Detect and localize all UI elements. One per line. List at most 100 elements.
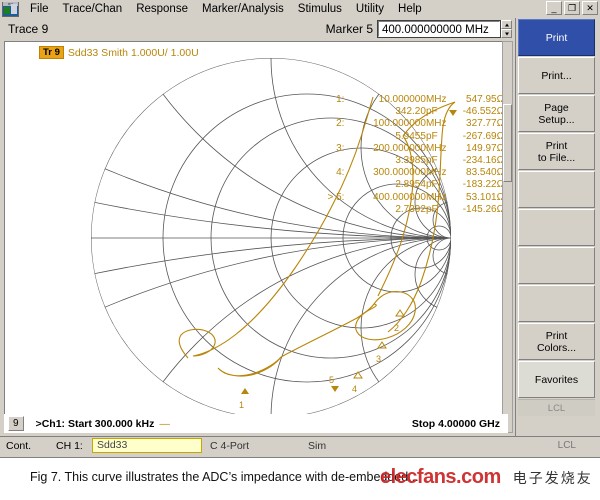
- menu-item-trace-chan[interactable]: Trace/Chan: [56, 1, 130, 17]
- softkey-empty-4[interactable]: [518, 285, 595, 322]
- softkey-favorites-label: Favorites: [535, 374, 578, 386]
- softkey-print-colors[interactable]: Print Colors...: [518, 323, 595, 360]
- softkey-print-colors-line1: Print: [546, 330, 568, 342]
- marker-frequency-input[interactable]: 400.000000000 MHz: [378, 21, 500, 37]
- softkey-print-dialog-label: Print...: [541, 70, 571, 82]
- marker-2-capacitance: 5.9455: [344, 131, 426, 143]
- sweep-stop-label: Stop 4.00000 GHz: [412, 418, 500, 430]
- pna-app-icon[interactable]: PNA: [2, 2, 19, 17]
- marker-3-reactance: -234.16: [450, 155, 497, 167]
- marker-4-freq-unit: MHz: [426, 167, 450, 179]
- trace-marker-4: 4: [352, 372, 362, 394]
- softkey-print[interactable]: Print: [518, 19, 595, 56]
- marker-label: Marker 5: [326, 22, 373, 36]
- softkey-page-setup[interactable]: Page Setup...: [518, 95, 595, 132]
- menu-item-marker-analysis[interactable]: Marker/Analysis: [195, 1, 291, 17]
- scrollbar-thumb[interactable]: [503, 104, 512, 182]
- softkey-favorites[interactable]: Favorites: [518, 361, 595, 398]
- marker-5-resistance: 53.101: [450, 192, 497, 204]
- trace-marker-1: 1: [239, 388, 249, 410]
- marker-row-3-cap: 3.3985 pF -234.16 Ω: [323, 155, 507, 167]
- marker-2-resistance: 327.77: [450, 118, 497, 130]
- marker-1-freq-unit: MHz: [426, 94, 450, 106]
- marker-row-5-cap: 2.7392 pF -145.26 Ω: [323, 204, 507, 216]
- figure-caption-text: Fig 7. This curve illustrates the ADC’s …: [30, 470, 419, 484]
- window-controls: _ ❐ ✕: [546, 1, 598, 15]
- watermark: elecfans.com 电子发烧友: [380, 466, 593, 489]
- marker-5-capacitance: 2.7392: [344, 204, 426, 216]
- status-channel: CH 1:: [56, 440, 92, 452]
- softkey-print-to-file[interactable]: Print to File...: [518, 133, 595, 170]
- plot-vertical-scrollbar[interactable]: [502, 41, 513, 433]
- softkey-print-colors-line2: Colors...: [537, 342, 576, 354]
- softkey-print-to-file-line2: to File...: [538, 152, 575, 164]
- trace-marker-5: 5: [329, 375, 339, 392]
- figure-caption-area: Fig 7. This curve illustrates the ADC’s …: [0, 458, 600, 500]
- marker-stepper[interactable]: [501, 20, 512, 38]
- pna-application-window: PNA File Trace/Chan Response Marker/Anal…: [0, 0, 600, 458]
- status-sweep-mode[interactable]: Cont.: [6, 440, 56, 452]
- status-sim: Sim: [308, 440, 326, 452]
- softkey-panel: Print Print... Page Setup... Print to Fi…: [515, 18, 597, 436]
- status-bar: Cont. CH 1: Sdd33 C 4-Port Sim LCL: [0, 436, 600, 454]
- marker-row-2-freq: 2: 100.000000 MHz 327.77 Ω: [323, 118, 507, 130]
- menu-item-file[interactable]: File: [23, 1, 56, 17]
- marker-3-index: 3:: [323, 143, 344, 155]
- menu-item-utility[interactable]: Utility: [349, 1, 391, 17]
- marker-1-capacitance: 342.20: [344, 106, 426, 118]
- softkey-page-setup-line1: Page: [544, 102, 569, 114]
- marker-1-frequency: 10.000000: [344, 94, 426, 106]
- status-lcl: LCL: [558, 440, 576, 451]
- marker-3-freq-unit: MHz: [426, 143, 450, 155]
- marker-2-frequency: 100.000000: [344, 118, 426, 130]
- marker-row-2-cap: 5.9455 pF -267.69 Ω: [323, 131, 507, 143]
- minimize-icon[interactable]: _: [546, 1, 562, 15]
- svg-text:4: 4: [352, 384, 357, 394]
- softkey-print-dialog[interactable]: Print...: [518, 57, 595, 94]
- marker-2-reactance: -267.69: [450, 131, 497, 143]
- marker-4-resistance: 83.540: [450, 167, 497, 179]
- softkey-print-label: Print: [546, 32, 568, 44]
- softkey-empty-1[interactable]: [518, 171, 595, 208]
- marker-4-reactance: -183.22: [450, 179, 497, 191]
- marker-row-1-freq: 1: 10.000000 MHz 547.95 Ω: [323, 94, 507, 106]
- svg-text:1: 1: [239, 400, 244, 410]
- watermark-domain: elecfans.com: [380, 466, 501, 489]
- channel-trace-number[interactable]: 9: [8, 416, 24, 431]
- menu-item-stimulus[interactable]: Stimulus: [291, 1, 349, 17]
- menu-bar: PNA File Trace/Chan Response Marker/Anal…: [0, 0, 600, 18]
- stepper-up-icon[interactable]: [501, 20, 512, 29]
- marker-4-capacitance: 2.8954: [344, 179, 426, 191]
- marker-row-5-freq: > 5: 400.000000 MHz 53.101 Ω: [323, 192, 507, 204]
- marker-4-frequency: 300.000000: [344, 167, 426, 179]
- status-parameter[interactable]: Sdd33: [92, 438, 202, 453]
- marker-5-cap-unit: pF: [426, 204, 450, 216]
- softkey-empty-2[interactable]: [518, 209, 595, 246]
- restore-icon[interactable]: ❐: [564, 1, 580, 15]
- marker-3-cap-unit: pF: [426, 155, 450, 167]
- menu-item-help[interactable]: Help: [391, 1, 429, 17]
- marker-5-freq-unit: MHz: [426, 192, 450, 204]
- marker-2-freq-unit: MHz: [426, 118, 450, 130]
- trace-marker-bar: Trace 9 Marker 5 400.000000000 MHz: [0, 18, 515, 40]
- sweep-start-label: >Ch1: Start 300.000 kHz: [36, 418, 155, 430]
- menu-item-response[interactable]: Response: [129, 1, 195, 17]
- svg-text:3: 3: [376, 354, 381, 364]
- marker-5-frequency: 400.000000: [344, 192, 426, 204]
- status-ports: C 4-Port: [210, 440, 290, 452]
- stepper-down-icon[interactable]: [501, 29, 512, 38]
- marker-1-reactance: -46.552: [450, 106, 497, 118]
- marker-row-4-freq: 4: 300.000000 MHz 83.540 Ω: [323, 167, 507, 179]
- softkey-empty-3[interactable]: [518, 247, 595, 284]
- close-icon[interactable]: ✕: [582, 1, 598, 15]
- trace-label: Trace 9: [8, 22, 48, 36]
- marker-row-3-freq: 3: 200.000000 MHz 149.97 Ω: [323, 143, 507, 155]
- smith-chart-plot-area[interactable]: Tr 9 Sdd33 Smith 1.000U/ 1.00U: [4, 41, 508, 433]
- softkey-print-to-file-line1: Print: [546, 140, 568, 152]
- svg-text:5: 5: [329, 375, 334, 385]
- marker-4-index: 4:: [323, 167, 344, 179]
- marker-3-frequency: 200.000000: [344, 143, 426, 155]
- marker-row-1-cap: 342.20 pF -46.552 Ω: [323, 106, 507, 118]
- marker-2-index: 2:: [323, 118, 344, 130]
- watermark-chinese: 电子发烧友: [513, 468, 593, 488]
